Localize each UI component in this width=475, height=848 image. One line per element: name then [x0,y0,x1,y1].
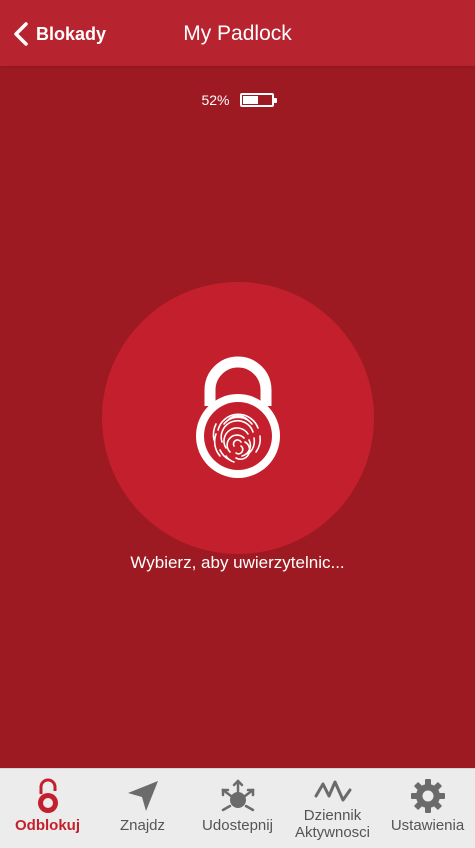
battery-icon [239,93,277,107]
nav-item-activity-log[interactable]: Dziennik Aktywnosci [285,769,380,848]
gear-icon [408,777,448,815]
nav-label-settings: Ustawienia [390,817,465,834]
navigation-arrow-icon [123,777,163,815]
nav-label-activity-log-line1: Dziennik [303,807,362,824]
nav-label-activity-log-line2: Aktywnosci [294,824,371,841]
authentication-prompt: Wybierz, aby uwierzytelnic... [130,553,345,572]
page-title-text: My Padlock [183,22,292,45]
nav-label-find: Znajdz [119,817,166,834]
unlock-fingerprint-button[interactable] [102,282,374,554]
nav-label-share: Udostepnij [202,817,273,834]
bottom-navigation: Odblokuj Znajdz Udostepnij Dziennik Akty… [0,768,475,848]
nav-item-unlock[interactable]: Odblokuj [0,769,95,848]
nav-label-activity-log: Dziennik Aktywnosci [295,807,370,841]
battery-percent: 52% [201,92,230,108]
nav-item-find[interactable]: Znajdz [95,769,190,848]
header-bar: Blokady My Padlock [0,0,475,66]
unlock-icon [28,777,68,815]
activity-log-icon [313,777,353,807]
battery-fill [242,96,259,104]
app-screen: Blokady My Padlock 52% Wybierz, aby uwie… [0,0,475,848]
page-title: My Padlock [0,22,475,46]
fingerprint-padlock-icon [196,356,280,478]
battery-tip [273,98,277,103]
nav-item-settings[interactable]: Ustawienia [380,769,475,848]
nav-label-unlock: Odblokuj [15,817,80,834]
share-icon [218,777,258,815]
battery-indicator: 52% [0,92,475,108]
nav-item-share[interactable]: Udostepnij [190,769,285,848]
